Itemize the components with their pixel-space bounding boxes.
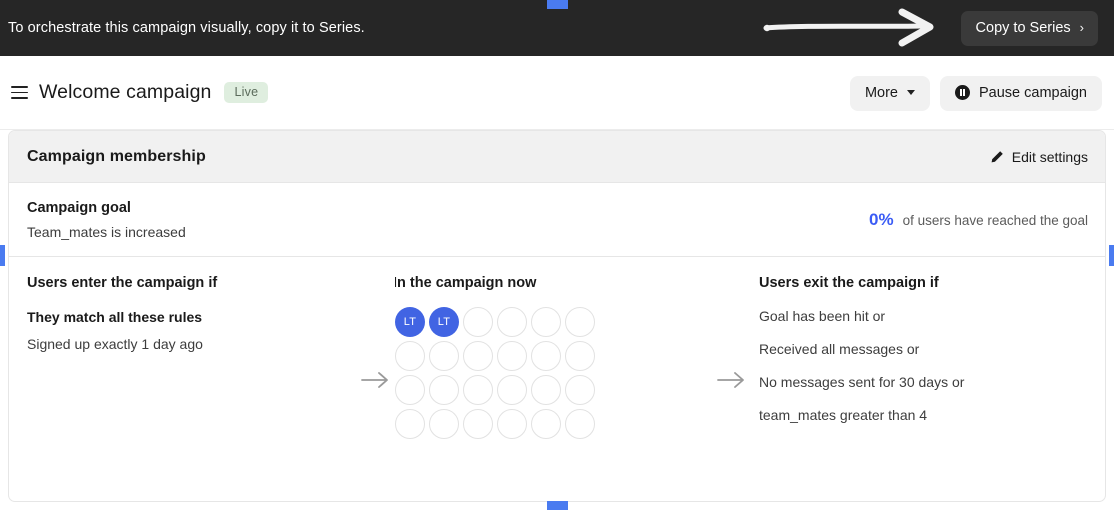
exit-column-title: Users exit the campaign if — [759, 275, 939, 291]
hand-drawn-arrow-icon — [763, 8, 934, 47]
exit-condition: No messages sent for 30 days or — [759, 374, 965, 390]
avatar-slot — [461, 305, 495, 339]
avatar-slot — [461, 339, 495, 373]
avatar-slot — [427, 407, 461, 441]
goal-percent-label: of users have reached the goal — [902, 212, 1088, 228]
column-in-campaign-now: In the campaign now LT LT — [375, 257, 741, 501]
avatar-placeholder — [565, 307, 595, 337]
goal-percent-value: 0% — [869, 209, 894, 229]
screenshot-root: To orchestrate this campaign visually, c… — [0, 0, 1114, 510]
edit-settings-button[interactable]: Edit settings — [990, 149, 1088, 165]
more-label: More — [864, 84, 898, 101]
enter-rule-item: Signed up exactly 1 day ago — [27, 336, 203, 352]
column-users-enter: Users enter the campaign if They match a… — [9, 257, 375, 501]
avatar-slot — [529, 339, 563, 373]
page-title: Welcome campaign — [39, 81, 212, 103]
copy-to-series-label: Copy to Series — [975, 19, 1071, 36]
avatar-placeholder — [497, 409, 527, 439]
avatar-slot — [427, 339, 461, 373]
pause-circle-icon — [954, 85, 970, 100]
enter-column-title: Users enter the campaign if — [27, 275, 218, 291]
avatar-slot — [563, 407, 597, 441]
edit-settings-label: Edit settings — [1011, 148, 1088, 165]
campaign-goal-row: Campaign goal Team_mates is increased 0%… — [9, 183, 1105, 257]
pause-campaign-label: Pause campaign — [978, 84, 1087, 101]
avatar-slot — [461, 373, 495, 407]
page-header: Welcome campaign Live More Pause campaig… — [0, 56, 1114, 130]
copy-to-series-button[interactable]: Copy to Series › — [960, 10, 1098, 46]
avatar-slot — [563, 339, 597, 373]
card-header: Campaign membership Edit settings — [9, 131, 1105, 183]
avatar[interactable]: LT — [395, 307, 425, 337]
banner-message: To orchestrate this campaign visually, c… — [8, 20, 365, 36]
campaign-goal-info: Campaign goal Team_mates is increased — [27, 200, 186, 240]
avatar-slot — [563, 373, 597, 407]
avatar-slot — [461, 407, 495, 441]
avatar-placeholder — [497, 341, 527, 371]
avatar-placeholder — [565, 409, 595, 439]
avatar-placeholder — [497, 375, 527, 405]
avatar-slot — [393, 373, 427, 407]
avatar-placeholder — [565, 341, 595, 371]
avatar-slot — [529, 407, 563, 441]
campaign-goal-title: Campaign goal — [27, 199, 131, 216]
avatar-grid: LT LT — [393, 305, 597, 441]
enter-rules-heading: They match all these rules — [27, 309, 203, 325]
avatar-placeholder — [497, 307, 527, 337]
chevron-down-icon — [906, 90, 915, 95]
avatar-placeholder — [463, 307, 493, 337]
selection-handle-bottom[interactable] — [547, 501, 568, 510]
avatar-slot — [529, 373, 563, 407]
avatar-slot: LT — [393, 305, 427, 339]
exit-condition: Goal has been hit or — [759, 308, 886, 324]
avatar-placeholder — [531, 409, 561, 439]
selection-handle-top[interactable] — [547, 0, 568, 9]
avatar-slot — [529, 305, 563, 339]
selection-handle-left[interactable] — [0, 245, 5, 266]
campaign-membership-card: Campaign membership Edit settings Campai… — [8, 130, 1106, 502]
avatar-placeholder — [463, 409, 493, 439]
campaign-goal-progress: 0% of users have reached the goal — [869, 210, 1088, 230]
current-column-title: In the campaign now — [393, 275, 537, 291]
exit-condition: Received all messages or — [759, 341, 920, 357]
selection-handle-right[interactable] — [1109, 245, 1114, 266]
avatar-placeholder — [531, 375, 561, 405]
avatar-placeholder — [463, 375, 493, 405]
avatar-placeholder — [565, 375, 595, 405]
avatar-slot — [393, 339, 427, 373]
avatar-placeholder — [395, 375, 425, 405]
card-heading: Campaign membership — [27, 147, 206, 165]
avatar-placeholder — [429, 341, 459, 371]
column-users-exit: Users exit the campaign if Goal has been… — [741, 257, 1105, 501]
avatar-placeholder — [395, 409, 425, 439]
avatar-slot — [495, 305, 529, 339]
avatar-slot — [495, 407, 529, 441]
avatar-placeholder — [463, 341, 493, 371]
more-button[interactable]: More — [849, 75, 930, 111]
banner-actions: Copy to Series › — [960, 0, 1098, 56]
avatar-placeholder — [429, 409, 459, 439]
avatar-slot — [495, 373, 529, 407]
campaign-goal-description: Team_mates is increased — [27, 223, 186, 240]
avatar-placeholder — [531, 307, 561, 337]
header-actions: More Pause campaign — [849, 56, 1102, 130]
chevron-right-icon: › — [1079, 20, 1084, 35]
avatar-slot: LT — [427, 305, 461, 339]
exit-condition: team_mates greater than 4 — [759, 407, 928, 423]
avatar-placeholder — [429, 375, 459, 405]
pause-campaign-button[interactable]: Pause campaign — [939, 75, 1102, 111]
avatar-slot — [427, 373, 461, 407]
avatar-placeholder — [531, 341, 561, 371]
pencil-icon — [991, 150, 1003, 162]
avatar-slot — [495, 339, 529, 373]
avatar-slot — [393, 407, 427, 441]
avatar[interactable]: LT — [429, 307, 459, 337]
hamburger-menu-icon[interactable] — [6, 80, 32, 106]
avatar-slot — [563, 305, 597, 339]
status-badge: Live — [224, 82, 269, 103]
avatar-placeholder — [395, 341, 425, 371]
membership-columns: Users enter the campaign if They match a… — [9, 257, 1105, 501]
